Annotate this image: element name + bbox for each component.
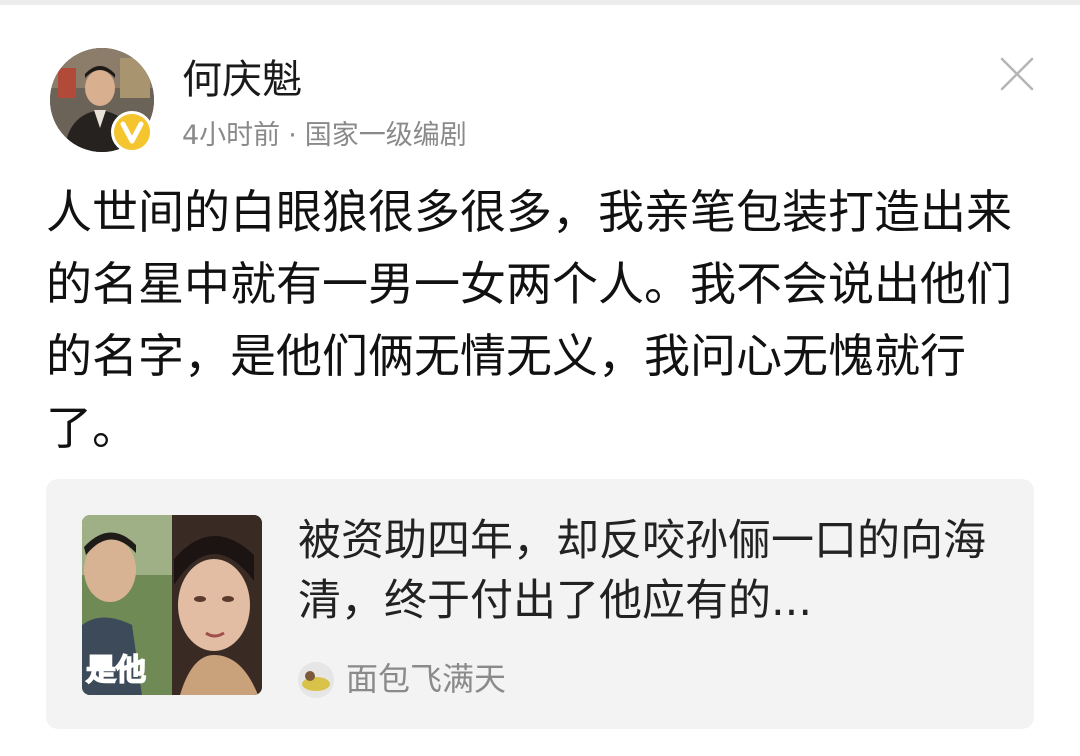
article-thumbnail: 是他 <box>82 515 262 695</box>
source-avatar-icon <box>298 662 334 698</box>
author-name[interactable]: 何庆魁 <box>182 52 302 108</box>
verified-badge-icon <box>111 111 153 153</box>
article-source[interactable]: 面包飞满天 <box>346 657 506 701</box>
meta-separator: · <box>288 120 297 151</box>
post-screen: 何庆魁 4小时前 · 国家一级编剧 人世间的白眼狼很多很多，我亲笔包装打造出来的名星… <box>0 0 1080 756</box>
thumbnail-caption: 是他 <box>85 652 147 689</box>
close-icon[interactable] <box>998 55 1036 93</box>
article-title[interactable]: 被资助四年，却反咬孙俪一口的向海清，终于付出了他应有的... <box>298 511 998 631</box>
top-divider <box>0 0 1080 5</box>
post-time: 4小时前 <box>182 120 281 151</box>
post-body-text: 人世间的白眼狼很多很多，我亲笔包装打造出来的名星中就有一男一女两个人。我不会说出… <box>46 185 1012 455</box>
author-title: 国家一级编剧 <box>304 120 467 151</box>
linked-article-card[interactable]: 是他 被资助四年，却反咬孙俪一口的向海清，终于付出了他应有的... 面包飞满天 <box>46 479 1034 729</box>
post-meta: 4小时前 · 国家一级编剧 <box>182 116 467 156</box>
